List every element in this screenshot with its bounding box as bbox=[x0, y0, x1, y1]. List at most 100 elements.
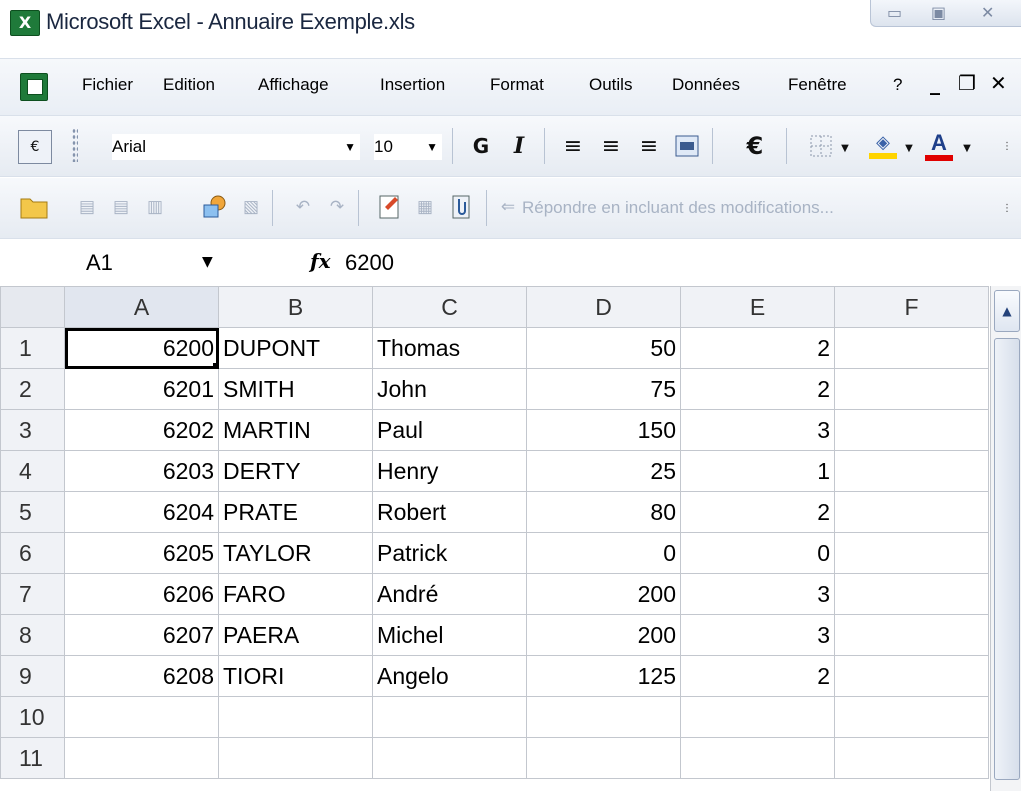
row-header[interactable]: 11 bbox=[0, 737, 65, 779]
scroll-up-icon[interactable]: ▲ bbox=[994, 290, 1020, 332]
cell-a9[interactable]: 6208 bbox=[64, 655, 219, 697]
cell-b5[interactable]: PRATE bbox=[218, 491, 373, 533]
document-icon[interactable]: ▥ bbox=[140, 192, 170, 222]
cell-a1[interactable]: 6200 bbox=[64, 327, 219, 369]
cell-c4[interactable]: Henry bbox=[372, 450, 527, 492]
column-header-f[interactable]: F bbox=[834, 286, 989, 328]
column-header-c[interactable]: C bbox=[372, 286, 527, 328]
cell-a4[interactable]: 6203 bbox=[64, 450, 219, 492]
cell-b11[interactable] bbox=[218, 737, 373, 779]
cell-e4[interactable]: 1 bbox=[680, 450, 835, 492]
cell-f3[interactable] bbox=[834, 409, 989, 451]
fill-color-dropdown-icon[interactable]: ▼ bbox=[902, 138, 916, 158]
cell-a7[interactable]: 6206 bbox=[64, 573, 219, 615]
cell-d5[interactable]: 80 bbox=[526, 491, 681, 533]
cell-e1[interactable]: 2 bbox=[680, 327, 835, 369]
formula-input[interactable]: 6200 bbox=[345, 250, 394, 276]
menu-help[interactable]: ? bbox=[893, 75, 902, 95]
cell-a8[interactable]: 6207 bbox=[64, 614, 219, 656]
select-all-corner[interactable] bbox=[0, 286, 65, 328]
cell-d7[interactable]: 200 bbox=[526, 573, 681, 615]
cell-a11[interactable] bbox=[64, 737, 219, 779]
reply-with-changes-button[interactable]: Répondre en incluant des modifications..… bbox=[522, 198, 834, 218]
function-icon[interactable]: fx bbox=[310, 249, 331, 273]
cell-c5[interactable]: Robert bbox=[372, 491, 527, 533]
cell-a6[interactable]: 6205 bbox=[64, 532, 219, 574]
cell-c8[interactable]: Michel bbox=[372, 614, 527, 656]
cell-a10[interactable] bbox=[64, 696, 219, 738]
align-center-icon[interactable]: ≡ bbox=[596, 130, 626, 162]
reply-icon[interactable]: ⇐ bbox=[498, 192, 518, 222]
currency-button[interactable]: € bbox=[738, 130, 772, 162]
attach-icon[interactable] bbox=[446, 190, 478, 224]
cell-b7[interactable]: FARO bbox=[218, 573, 373, 615]
cell-f4[interactable] bbox=[834, 450, 989, 492]
cell-b10[interactable] bbox=[218, 696, 373, 738]
fill-color-icon[interactable]: ◈ bbox=[866, 128, 900, 164]
doc-close-icon[interactable]: ✕ bbox=[990, 71, 1007, 95]
borders-icon[interactable] bbox=[806, 130, 836, 162]
cell-c1[interactable]: Thomas bbox=[372, 327, 527, 369]
cell-d6[interactable]: 0 bbox=[526, 532, 681, 574]
cell-f8[interactable] bbox=[834, 614, 989, 656]
name-box[interactable]: A1 bbox=[86, 250, 113, 276]
cell-f11[interactable] bbox=[834, 737, 989, 779]
cell-d1[interactable]: 50 bbox=[526, 327, 681, 369]
minimize-icon[interactable]: ▭ bbox=[887, 3, 902, 22]
align-left-icon[interactable]: ≡ bbox=[558, 130, 588, 162]
track-changes-icon[interactable] bbox=[374, 190, 406, 224]
cell-a3[interactable]: 6202 bbox=[64, 409, 219, 451]
menu-format[interactable]: Format bbox=[490, 75, 544, 95]
cell-f2[interactable] bbox=[834, 368, 989, 410]
cell-d9[interactable]: 125 bbox=[526, 655, 681, 697]
vertical-scrollbar[interactable]: ▲ bbox=[990, 286, 1021, 791]
excel-icon[interactable]: X bbox=[10, 10, 40, 36]
cell-d2[interactable]: 75 bbox=[526, 368, 681, 410]
cell-f10[interactable] bbox=[834, 696, 989, 738]
cell-c7[interactable]: André bbox=[372, 573, 527, 615]
cell-a2[interactable]: 6201 bbox=[64, 368, 219, 410]
shapes-icon[interactable] bbox=[198, 190, 232, 224]
cell-e9[interactable]: 2 bbox=[680, 655, 835, 697]
menu-affichage[interactable]: Affichage bbox=[258, 75, 329, 95]
cell-e2[interactable]: 2 bbox=[680, 368, 835, 410]
column-header-b[interactable]: B bbox=[218, 286, 373, 328]
currency-convert-icon[interactable]: € bbox=[18, 130, 52, 164]
cell-e3[interactable]: 3 bbox=[680, 409, 835, 451]
column-header-e[interactable]: E bbox=[680, 286, 835, 328]
cell-f7[interactable] bbox=[834, 573, 989, 615]
delete-comment-icon[interactable]: ▧ bbox=[236, 192, 266, 222]
cell-e8[interactable]: 3 bbox=[680, 614, 835, 656]
font-color-dropdown-icon[interactable]: ▼ bbox=[960, 138, 974, 158]
cell-d4[interactable]: 25 bbox=[526, 450, 681, 492]
menu-fenetre[interactable]: Fenêtre bbox=[788, 75, 847, 95]
font-color-icon[interactable]: A bbox=[922, 128, 956, 164]
cell-f9[interactable] bbox=[834, 655, 989, 697]
cell-d10[interactable] bbox=[526, 696, 681, 738]
close-icon[interactable]: ✕ bbox=[981, 3, 994, 22]
maximize-icon[interactable]: ▣ bbox=[931, 3, 946, 22]
cell-b1[interactable]: DUPONT bbox=[218, 327, 373, 369]
menu-edition[interactable]: Edition bbox=[163, 75, 215, 95]
menu-insertion[interactable]: Insertion bbox=[380, 75, 445, 95]
cell-a5[interactable]: 6204 bbox=[64, 491, 219, 533]
row-header[interactable]: 6 bbox=[0, 532, 65, 574]
menu-fichier[interactable]: Fichier bbox=[82, 75, 133, 95]
cell-c10[interactable] bbox=[372, 696, 527, 738]
column-header-a[interactable]: A bbox=[64, 286, 219, 328]
cell-e10[interactable] bbox=[680, 696, 835, 738]
doc-restore-icon[interactable]: ❐ bbox=[958, 71, 976, 95]
row-header[interactable]: 9 bbox=[0, 655, 65, 697]
redo-icon[interactable]: ↷ bbox=[322, 192, 352, 222]
cell-d11[interactable] bbox=[526, 737, 681, 779]
cell-c11[interactable] bbox=[372, 737, 527, 779]
menu-donnees[interactable]: Données bbox=[672, 75, 740, 95]
cell-d3[interactable]: 150 bbox=[526, 409, 681, 451]
doc-minimize-icon[interactable]: _ bbox=[930, 71, 940, 95]
cell-b2[interactable]: SMITH bbox=[218, 368, 373, 410]
align-right-icon[interactable]: ≡ bbox=[634, 130, 664, 162]
row-header[interactable]: 10 bbox=[0, 696, 65, 738]
cell-c3[interactable]: Paul bbox=[372, 409, 527, 451]
cell-b9[interactable]: TIORI bbox=[218, 655, 373, 697]
cell-f5[interactable] bbox=[834, 491, 989, 533]
